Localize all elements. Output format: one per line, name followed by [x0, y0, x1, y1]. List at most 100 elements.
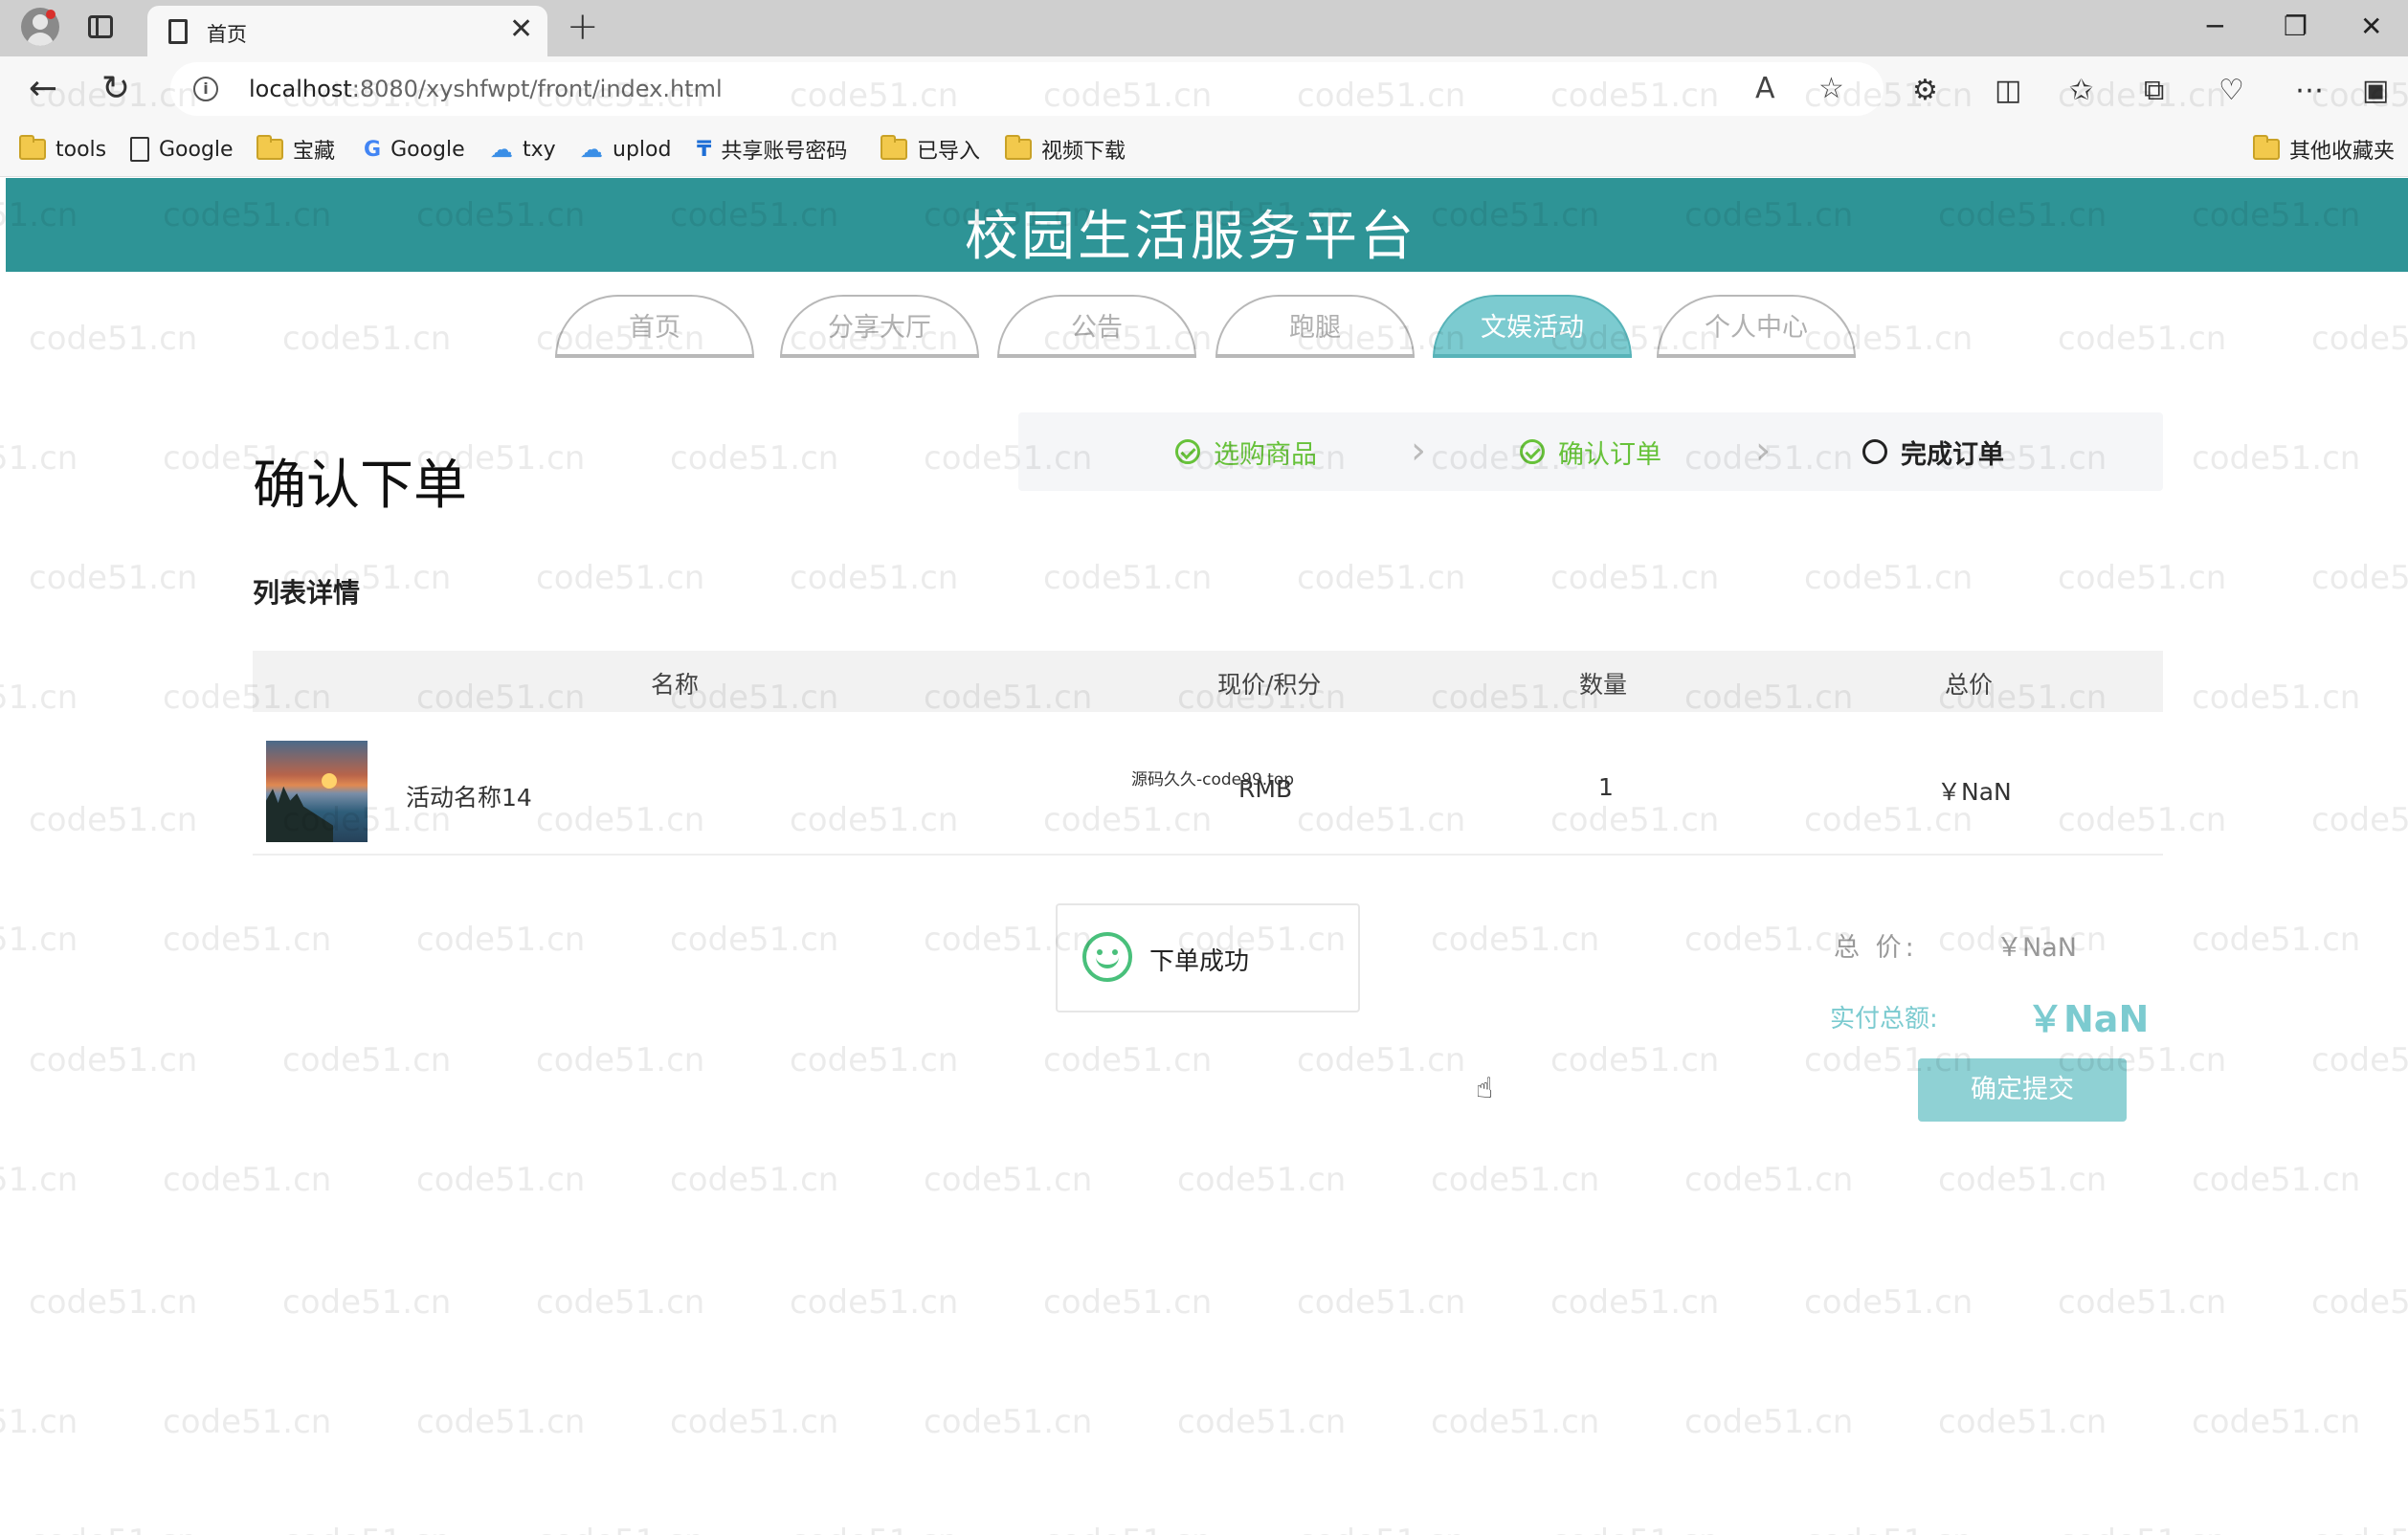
- bookmark-label: txy: [523, 137, 556, 162]
- google-icon: G: [364, 137, 382, 162]
- hand-cursor-icon: ☝: [1476, 1072, 1494, 1105]
- url-field[interactable]: i localhost:8080/xyshfwpt/front/index.ht…: [170, 62, 1884, 116]
- bookmark-label: tools: [56, 137, 107, 162]
- table-row: 活动名称14 源码久久-code99.top RMB 1 ￥NaN: [253, 712, 2163, 856]
- favorites-icon[interactable]: ✩: [2069, 74, 2093, 108]
- paid-total-label: 实付总额:: [1830, 1005, 1938, 1034]
- paid-total-value: ￥NaN: [2027, 998, 2150, 1040]
- folder-icon: [881, 135, 907, 160]
- nav-home[interactable]: 首页: [555, 295, 754, 358]
- reload-icon[interactable]: ↻: [101, 68, 130, 110]
- restore-icon[interactable]: ❐: [2284, 10, 2308, 44]
- smile-icon: [1082, 932, 1132, 982]
- site-info-icon[interactable]: i: [193, 77, 218, 101]
- step-confirm-order: 确认订单: [1520, 412, 1661, 491]
- bookmark-label: 其他收藏夹: [2289, 140, 2396, 164]
- url-host: localhost: [249, 76, 352, 102]
- url-text: localhost:8080/xyshfwpt/front/index.html: [249, 76, 723, 102]
- check-circle-icon: [1520, 439, 1545, 464]
- more-icon[interactable]: ⋯: [2295, 74, 2324, 108]
- toast-message: 下单成功: [1149, 947, 1250, 976]
- bookmark-label: 宝藏: [293, 140, 336, 164]
- site-header: 校园生活服务平台: [6, 178, 2408, 272]
- extensions-icon[interactable]: ⚙: [1912, 74, 1938, 108]
- url-path: :8080/xyshfwpt/front/index.html: [351, 76, 723, 102]
- favorite-icon[interactable]: ☆: [1818, 72, 1844, 106]
- collections-icon[interactable]: ⧉: [2144, 74, 2164, 108]
- bookmark-label: uplod: [613, 137, 672, 162]
- column-total: 总价: [1945, 671, 1994, 699]
- submit-order-button[interactable]: 确定提交: [1918, 1058, 2127, 1122]
- browser-tab-active[interactable]: 首页 ✕: [147, 6, 547, 56]
- chevron-right-icon: ›: [1755, 429, 1771, 473]
- total-price-value: ￥NaN: [1996, 933, 2077, 963]
- nav-share-hall[interactable]: 分享大厅: [780, 295, 979, 358]
- step-label: 选购商品: [1214, 439, 1317, 470]
- read-aloud-icon[interactable]: A: [1755, 72, 1775, 106]
- folder-icon: [2253, 135, 2280, 160]
- bookmark-other-favorites[interactable]: 其他收藏夹: [2253, 133, 2395, 166]
- success-toast: 下单成功: [1056, 903, 1360, 1012]
- bookmark-shared-accounts[interactable]: ₸ 共享账号密码: [697, 133, 847, 166]
- column-quantity: 数量: [1579, 671, 1628, 699]
- activity-thumbnail: [266, 741, 368, 842]
- page-viewport: 校园生活服务平台 首页 分享大厅 公告 跑腿 文娱活动 个人中心 确认下单 选购…: [6, 178, 2408, 1535]
- page-title: 确认下单: [253, 455, 467, 517]
- folder-icon: [256, 135, 283, 160]
- bookmark-imported[interactable]: 已导入: [881, 133, 980, 166]
- item-quantity: 1: [1598, 773, 1614, 801]
- bookmark-label: 视频下载: [1041, 140, 1126, 164]
- address-bar-row: ← ↻ i localhost:8080/xyshfwpt/front/inde…: [0, 56, 2408, 123]
- nav-entertainment[interactable]: 文娱活动: [1433, 295, 1632, 358]
- item-total: ￥NaN: [1937, 778, 2012, 806]
- chevron-right-icon: ›: [1411, 429, 1426, 473]
- order-steps: 选购商品 › 确认订单 › 完成订单: [1018, 412, 2163, 491]
- page-icon: [168, 19, 188, 44]
- browser-essentials-icon[interactable]: ♡: [2218, 74, 2244, 108]
- bookmark-google[interactable]: Google: [130, 133, 234, 166]
- nav-announcements[interactable]: 公告: [997, 295, 1196, 358]
- circle-icon: [1862, 439, 1887, 464]
- nav-personal-center[interactable]: 个人中心: [1657, 295, 1856, 358]
- total-price-label: 总 价:: [1834, 933, 1918, 963]
- step-label: 确认订单: [1558, 439, 1661, 470]
- bookmark-google-2[interactable]: G Google: [364, 133, 465, 166]
- cloud-icon: ☁: [490, 136, 513, 163]
- split-screen-icon[interactable]: ◫: [1995, 74, 2021, 108]
- bookmark-label: 共享账号密码: [721, 140, 848, 164]
- tab-actions-icon[interactable]: [88, 15, 113, 38]
- list-details-heading: 列表详情: [253, 577, 361, 609]
- site-title: 校园生活服务平台: [965, 206, 1416, 268]
- nav-errands[interactable]: 跑腿: [1215, 295, 1415, 358]
- bookmark-label: 已导入: [917, 140, 981, 164]
- tab-title: 首页: [207, 23, 247, 46]
- bookmark-baozang[interactable]: 宝藏: [256, 133, 335, 166]
- step-complete-order: 完成订单: [1862, 412, 2004, 491]
- item-name: 活动名称14: [406, 784, 532, 812]
- table-header: 名称 现价/积分 数量 总价: [253, 651, 2163, 712]
- sidebar-icon[interactable]: ▣: [2362, 74, 2389, 108]
- back-icon[interactable]: ←: [29, 68, 57, 110]
- notification-dot: [46, 10, 56, 19]
- bookmark-label: Google: [159, 137, 234, 162]
- new-tab-icon[interactable]: +: [567, 8, 599, 46]
- bookmark-label: Google: [390, 137, 465, 162]
- tab-close-icon[interactable]: ✕: [509, 13, 533, 46]
- check-circle-icon: [1175, 439, 1200, 464]
- bookmark-tools[interactable]: tools: [19, 133, 106, 166]
- bookmark-video-download[interactable]: 视频下载: [1005, 133, 1126, 166]
- bookmark-uplod[interactable]: ☁ uplod: [580, 133, 671, 166]
- app-icon: ₸: [697, 137, 712, 162]
- folder-icon: [19, 135, 46, 160]
- bookmark-txy[interactable]: ☁ txy: [490, 133, 556, 166]
- minimize-icon[interactable]: ─: [2207, 10, 2223, 44]
- column-name: 名称: [651, 671, 700, 699]
- close-window-icon[interactable]: ✕: [2360, 10, 2382, 44]
- column-price: 现价/积分: [1217, 671, 1322, 699]
- browser-tab-bar: 首页 ✕ + ─ ❐ ✕: [0, 0, 2408, 56]
- folder-icon: [1005, 135, 1032, 160]
- step-label: 完成订单: [1901, 439, 2004, 470]
- step-select-goods: 选购商品: [1175, 412, 1317, 491]
- item-price: RMB: [1238, 775, 1293, 803]
- page-icon: [130, 137, 149, 162]
